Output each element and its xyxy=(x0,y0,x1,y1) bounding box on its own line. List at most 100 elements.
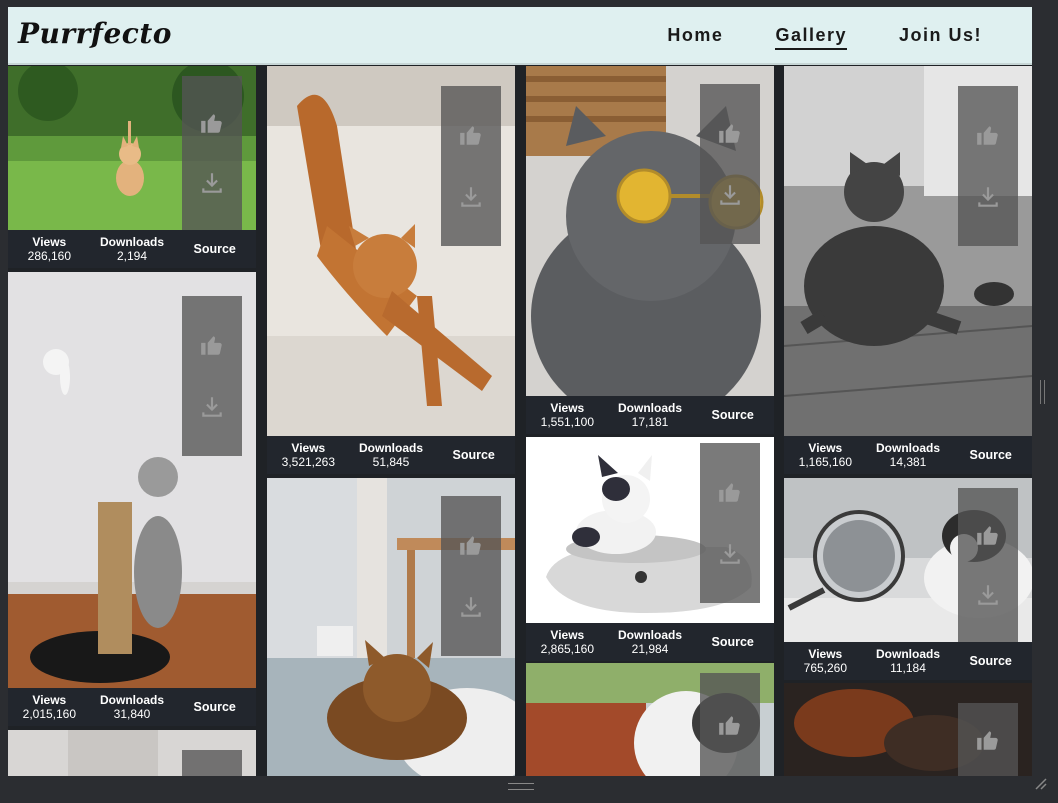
thumbs-up-icon[interactable] xyxy=(458,532,484,558)
image-stats: Views 1,165,160 Downloads 14,381 Source xyxy=(784,436,1032,474)
downloads-count: 17,181 xyxy=(631,415,669,429)
download-icon[interactable] xyxy=(717,541,743,567)
nav-home[interactable]: Home xyxy=(667,25,723,50)
thumbs-up-icon[interactable] xyxy=(717,479,743,505)
resize-corner-icon[interactable] xyxy=(1034,777,1048,791)
downloads-stat: Downloads 31,840 xyxy=(91,693,174,721)
downloads-label: Downloads xyxy=(359,441,424,455)
views-stat: Views 3,521,263 xyxy=(267,441,350,469)
gallery-card: Views 2,865,160 Downloads 21,984 Source xyxy=(526,437,774,661)
views-count: 1,551,100 xyxy=(540,415,595,429)
image-actions xyxy=(958,488,1018,642)
views-label: Views xyxy=(808,441,843,455)
source-link[interactable]: Source xyxy=(691,408,774,422)
main-nav: Home Gallery Join Us! xyxy=(667,25,982,50)
gallery-card: Views 286,160 Downloads 2,194 Source xyxy=(8,66,256,270)
image-gallery: Views 286,160 Downloads 2,194 Source Vie… xyxy=(8,66,1032,776)
thumbs-up-icon[interactable] xyxy=(199,332,225,358)
views-stat: Views 286,160 xyxy=(8,235,91,263)
gallery-column-1: Views 286,160 Downloads 2,194 Source Vie… xyxy=(8,66,256,776)
downloads-label: Downloads xyxy=(876,441,941,455)
download-icon[interactable] xyxy=(458,594,484,620)
thumbs-up-icon[interactable] xyxy=(717,712,743,738)
image-actions xyxy=(182,750,242,776)
downloads-count: 51,845 xyxy=(372,455,410,469)
image-actions xyxy=(958,86,1018,246)
thumbs-up-icon[interactable] xyxy=(975,727,1001,753)
downloads-count: 2,194 xyxy=(116,249,148,263)
gallery-column-3: Views1,551,100 Downloads17,181 Source xyxy=(526,66,774,776)
source-link[interactable]: Source xyxy=(173,242,256,256)
gallery-card xyxy=(784,683,1032,776)
gallery-card xyxy=(267,478,515,776)
gallery-card: Views 2,015,160 Downloads 31,840 Source xyxy=(8,272,256,728)
views-label: Views xyxy=(291,441,326,455)
download-icon[interactable] xyxy=(199,170,225,196)
views-count: 2,015,160 xyxy=(22,707,77,721)
site-logo[interactable]: Purrfecto xyxy=(18,17,172,50)
source-link[interactable]: Source xyxy=(949,448,1032,462)
views-count: 2,865,160 xyxy=(540,642,595,656)
thumbs-up-icon[interactable] xyxy=(975,522,1001,548)
gallery-card: Views 1,165,160 Downloads 14,381 Source xyxy=(784,66,1032,476)
views-count: 286,160 xyxy=(27,249,72,263)
vertical-resize-handle[interactable] xyxy=(1040,380,1045,404)
gallery-card xyxy=(526,663,774,776)
download-icon[interactable] xyxy=(975,184,1001,210)
source-link[interactable]: Source xyxy=(173,700,256,714)
image-actions xyxy=(700,443,760,603)
horizontal-resize-handle[interactable] xyxy=(508,783,534,790)
source-link[interactable]: Source xyxy=(432,448,515,462)
download-icon[interactable] xyxy=(458,184,484,210)
downloads-label: Downloads xyxy=(618,628,683,642)
downloads-count: 14,381 xyxy=(889,455,927,469)
image-stats: Views 2,015,160 Downloads 31,840 Source xyxy=(8,688,256,726)
views-stat: Views 765,260 xyxy=(784,647,867,675)
views-stat: Views 2,865,160 xyxy=(526,628,609,656)
source-link[interactable]: Source xyxy=(691,635,774,649)
download-icon[interactable] xyxy=(975,582,1001,608)
image-actions xyxy=(441,86,501,246)
views-count: 765,260 xyxy=(803,661,848,675)
image-actions xyxy=(700,673,760,776)
downloads-stat: Downloads 51,845 xyxy=(350,441,433,469)
views-stat: Views 1,551,100 xyxy=(526,401,609,429)
image-stats: Views 286,160 Downloads 2,194 Source xyxy=(8,230,256,268)
views-count: 3,521,263 xyxy=(281,455,336,469)
image-actions xyxy=(700,84,760,244)
thumbs-up-icon[interactable] xyxy=(199,110,225,136)
gallery-card: Views 3,521,263 Downloads 51,845 Source xyxy=(267,66,515,476)
image-stats: Views 2,865,160 Downloads 21,984 Source xyxy=(526,623,774,661)
views-stat: Views 2,015,160 xyxy=(8,693,91,721)
downloads-stat: Downloads 2,194 xyxy=(91,235,174,263)
views-count: 1,165,160 xyxy=(798,455,853,469)
image-actions xyxy=(958,703,1018,776)
downloads-stat: Downloads 17,181 xyxy=(609,401,692,429)
nav-join-us[interactable]: Join Us! xyxy=(899,25,982,50)
download-icon[interactable] xyxy=(717,182,743,208)
download-icon[interactable] xyxy=(199,394,225,420)
downloads-count: 31,840 xyxy=(113,707,151,721)
image-actions xyxy=(441,496,501,656)
thumbs-up-icon[interactable] xyxy=(717,120,743,146)
gallery-card xyxy=(8,730,256,776)
downloads-label: Downloads xyxy=(618,401,683,415)
downloads-label: Downloads xyxy=(876,647,941,661)
nav-gallery[interactable]: Gallery xyxy=(775,25,847,50)
image-stats: Views 765,260 Downloads 11,184 Source xyxy=(784,642,1032,680)
downloads-label: Downloads xyxy=(100,235,165,249)
source-link[interactable]: Source xyxy=(949,654,1032,668)
image-stats: Views 3,521,263 Downloads 51,845 Source xyxy=(267,436,515,474)
thumbs-up-icon[interactable] xyxy=(975,122,1001,148)
gallery-card: Views 1,551,100 Downloads 17,181 Source xyxy=(526,66,774,434)
gallery-card: Views 765,260 Downloads 11,184 Source xyxy=(784,478,1032,680)
image-stats: Views 1,551,100 Downloads 17,181 Source xyxy=(526,396,774,434)
thumbs-up-icon[interactable] xyxy=(458,122,484,148)
downloads-stat: Downloads 21,984 xyxy=(609,628,692,656)
gallery-column-4: Views1,165,160 Downloads14,381 Source xyxy=(784,66,1032,776)
site-header: Purrfecto Home Gallery Join Us! xyxy=(8,7,1032,65)
views-label: Views xyxy=(550,401,585,415)
image-actions xyxy=(182,76,242,230)
views-label: Views xyxy=(32,235,67,249)
image-actions xyxy=(182,296,242,456)
